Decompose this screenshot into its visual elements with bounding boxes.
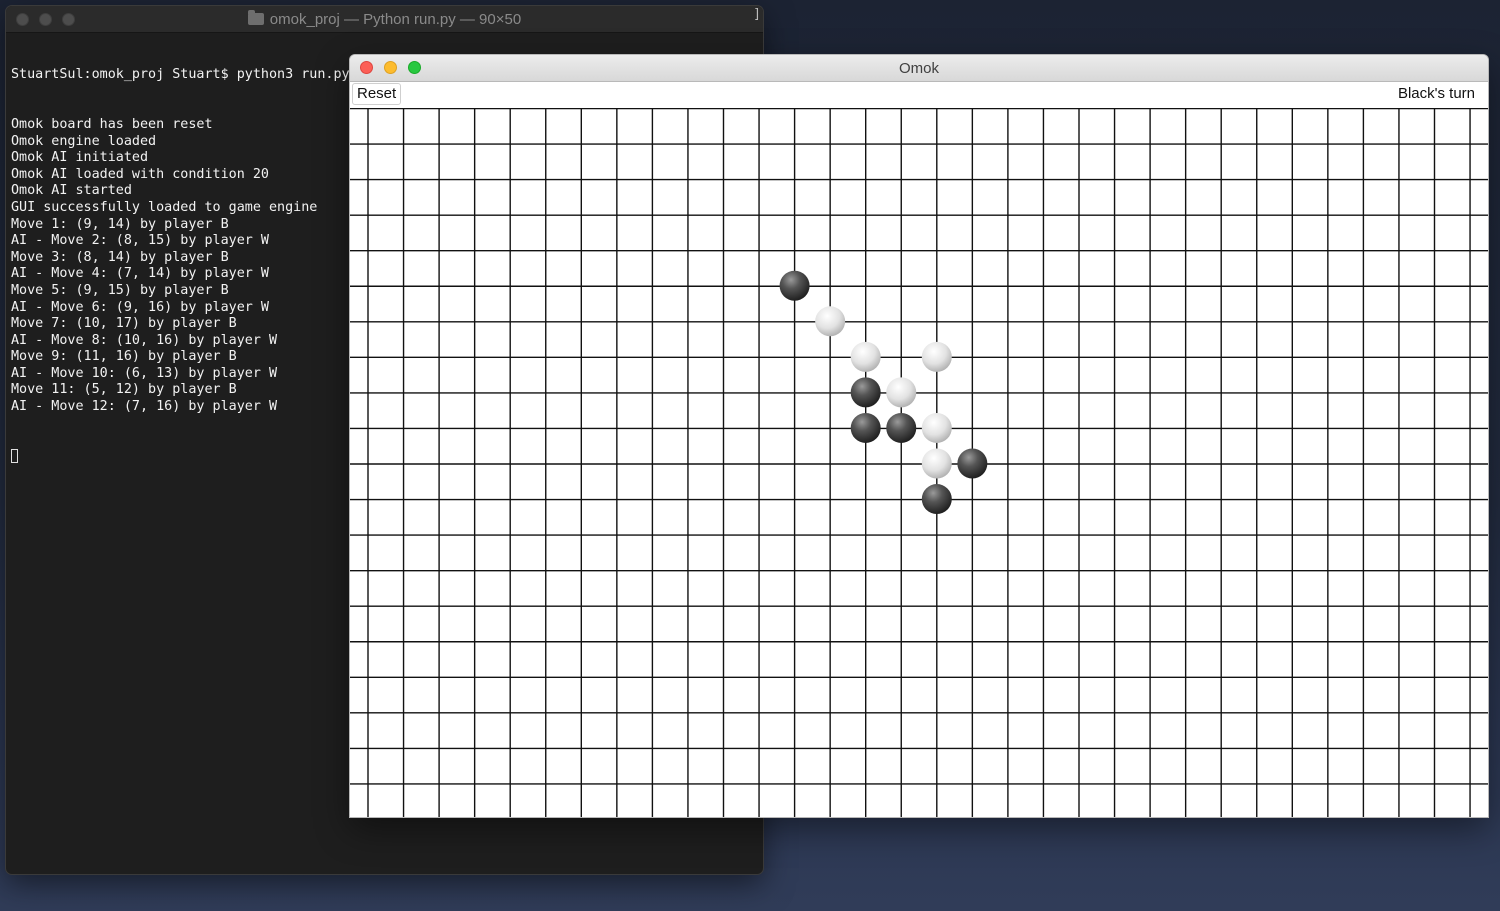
white-stone — [921, 412, 952, 443]
black-stone — [779, 270, 810, 301]
terminal-titlebar[interactable]: omok_proj — Python run.py — 90×50 — [6, 6, 763, 33]
reset-button[interactable]: Reset — [352, 83, 402, 105]
white-stone — [815, 306, 846, 337]
omok-titlebar[interactable]: Omok — [350, 55, 1488, 82]
text-cursor — [11, 448, 18, 463]
white-stone — [886, 377, 917, 408]
black-stone — [850, 412, 881, 443]
omok-title: Omok — [898, 60, 939, 77]
terminal-bracket: ] — [753, 7, 761, 22]
terminal-title: omok_proj — Python run.py — 90×50 — [6, 10, 763, 28]
board-grid — [350, 108, 1488, 817]
omok-window: Omok Reset Black's turn — [350, 55, 1488, 817]
black-stone — [850, 377, 881, 408]
white-stone — [921, 341, 952, 372]
terminal-title-text: omok_proj — Python run.py — 90×50 — [269, 11, 522, 28]
white-stone — [850, 341, 881, 372]
game-board[interactable] — [350, 108, 1488, 817]
black-stone — [886, 412, 917, 443]
white-stone — [921, 448, 952, 479]
omok-content: Reset Black's turn — [350, 82, 1488, 817]
folder-icon — [247, 10, 264, 25]
black-stone — [957, 448, 988, 479]
black-stone — [921, 484, 952, 515]
turn-indicator: Black's turn — [1397, 85, 1475, 102]
